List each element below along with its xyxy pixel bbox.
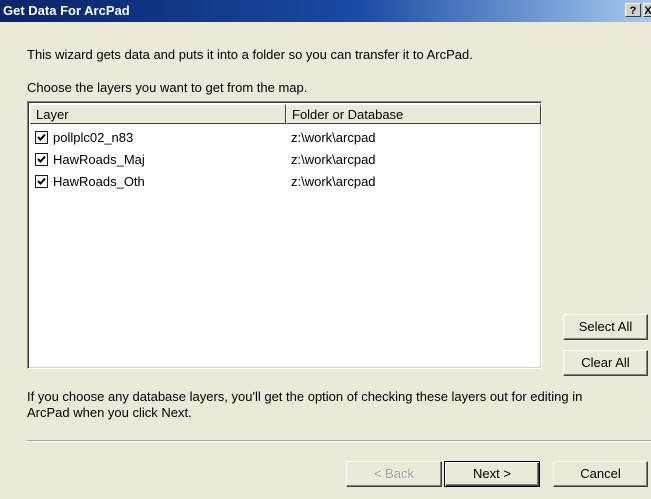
column-header-folder[interactable]: Folder or Database xyxy=(286,104,541,124)
separator xyxy=(27,440,651,442)
select-all-button[interactable]: Select All xyxy=(563,314,648,340)
layer-checkbox[interactable] xyxy=(35,131,48,144)
help-button[interactable]: ? xyxy=(625,3,641,17)
checkmark-icon xyxy=(37,155,46,163)
choose-layers-text: Choose the layers you want to get from t… xyxy=(27,80,308,95)
back-button[interactable]: < Back xyxy=(346,461,442,487)
window-title: Get Data For ArcPad xyxy=(3,3,130,18)
info-text-line-1: If you choose any database layers, you'l… xyxy=(27,389,583,404)
checkmark-icon xyxy=(37,177,46,185)
list-item[interactable]: HawRoads_Maj z:\work\arcpad xyxy=(30,151,535,169)
layer-folder: z:\work\arcpad xyxy=(291,152,376,167)
intro-text: This wizard gets data and puts it into a… xyxy=(27,47,473,62)
layer-folder: z:\work\arcpad xyxy=(291,130,376,145)
next-button[interactable]: Next > xyxy=(444,461,540,487)
layer-folder: z:\work\arcpad xyxy=(291,174,376,189)
cancel-button[interactable]: Cancel xyxy=(553,461,648,487)
layer-name: HawRoads_Oth xyxy=(53,174,145,189)
layer-checkbox[interactable] xyxy=(35,153,48,166)
layers-list[interactable]: Layer Folder or Database pollplc02_n83 z… xyxy=(27,101,542,369)
list-item[interactable]: HawRoads_Oth z:\work\arcpad xyxy=(30,173,535,191)
layer-name: HawRoads_Maj xyxy=(53,152,145,167)
layer-checkbox[interactable] xyxy=(35,175,48,188)
title-bar: Get Data For ArcPad ? X xyxy=(0,0,651,22)
clear-all-button[interactable]: Clear All xyxy=(563,350,648,376)
close-button[interactable]: X xyxy=(643,3,651,17)
checkmark-icon xyxy=(37,133,46,141)
info-text-line-2: ArcPad when you click Next. xyxy=(27,405,192,420)
layer-name: pollplc02_n83 xyxy=(53,130,134,145)
list-item[interactable]: pollplc02_n83 z:\work\arcpad xyxy=(30,129,535,147)
list-header: Layer Folder or Database xyxy=(30,104,541,124)
column-header-layer[interactable]: Layer xyxy=(30,104,286,124)
